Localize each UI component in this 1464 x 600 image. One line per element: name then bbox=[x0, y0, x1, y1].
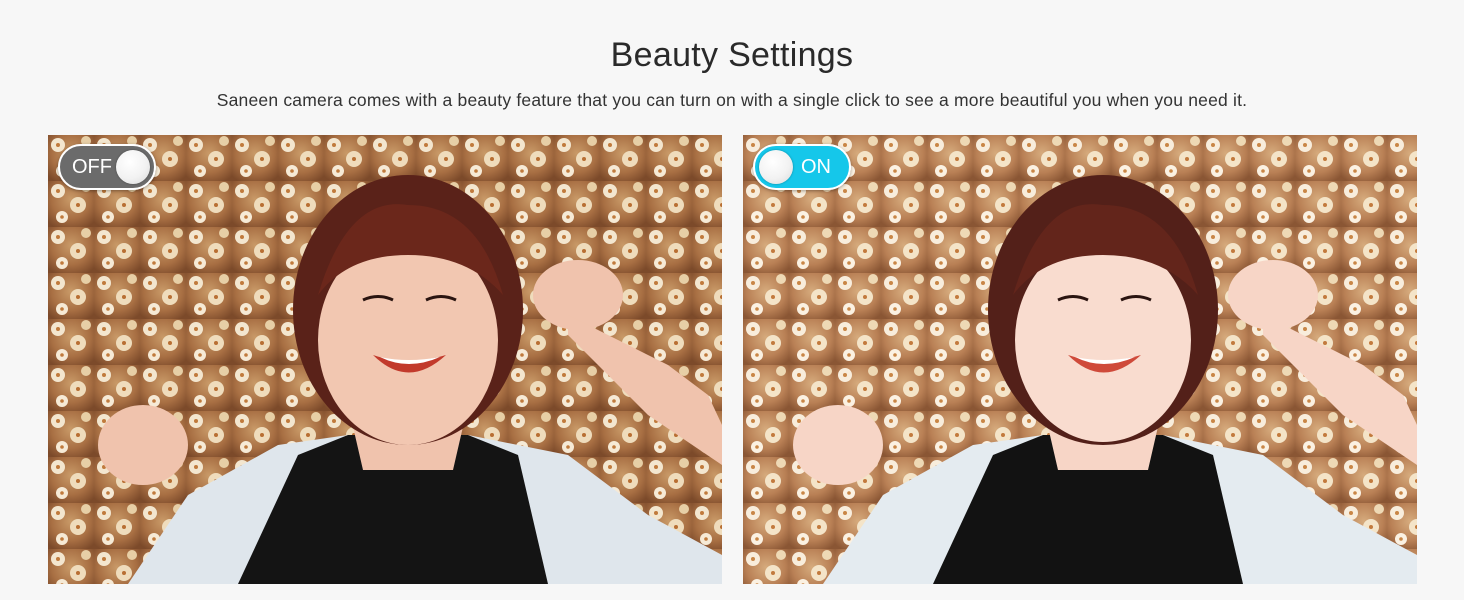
toggle-knob bbox=[116, 150, 150, 184]
toggle-knob bbox=[759, 150, 793, 184]
photo-beauty-off: OFF bbox=[48, 135, 722, 584]
beauty-toggle-on[interactable]: ON bbox=[753, 144, 851, 190]
beauty-toggle-off[interactable]: OFF bbox=[58, 144, 156, 190]
toggle-label: ON bbox=[801, 156, 831, 178]
page-title: Beauty Settings bbox=[610, 36, 854, 74]
page-subtitle: Saneen camera comes with a beauty featur… bbox=[216, 90, 1248, 110]
toggle-label: OFF bbox=[72, 156, 112, 178]
photo-beauty-on: ON bbox=[743, 135, 1417, 584]
